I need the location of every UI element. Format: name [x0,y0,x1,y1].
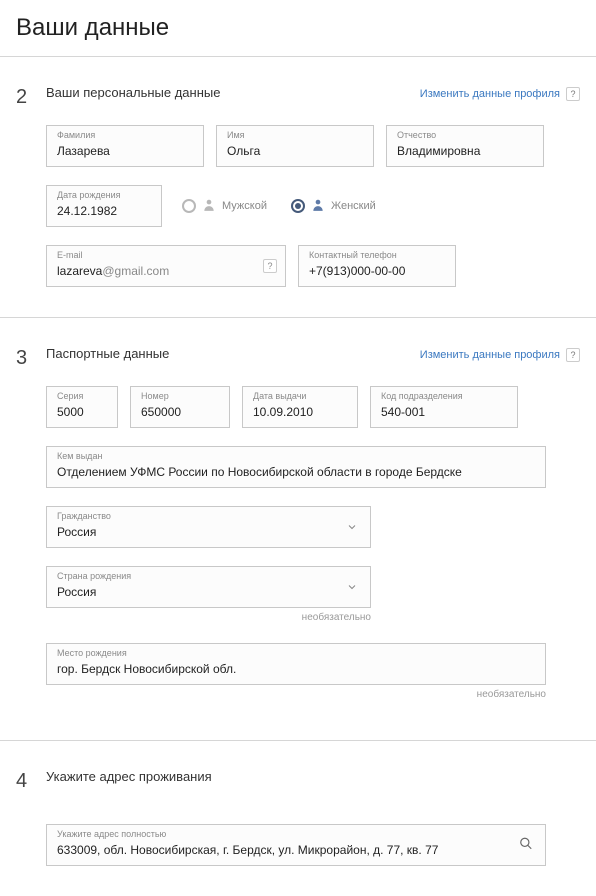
issue-date-value: 10.09.2010 [253,405,347,419]
edit-profile-link[interactable]: Изменить данные профиля ? [420,348,580,362]
number-label: Номер [141,391,169,401]
gender-group: Мужской Женский [182,198,376,215]
chevron-down-icon [346,581,358,593]
issue-date-label: Дата выдачи [253,391,306,401]
section-number: 4 [16,769,46,866]
dept-code-value: 540-001 [381,405,507,419]
name-field[interactable]: Имя Ольга [216,125,374,167]
issue-date-field[interactable]: Дата выдачи 10.09.2010 [242,386,358,428]
birth-country-select[interactable]: Страна рождения Россия [46,566,371,608]
issued-by-field[interactable]: Кем выдан Отделением УФМС России по Ново… [46,446,546,488]
dob-value: 24.12.1982 [57,204,151,218]
citizenship-label: Гражданство [57,511,111,521]
search-icon[interactable] [519,837,533,854]
section-passport: 3 Паспортные данные Изменить данные проф… [0,318,596,741]
email-field[interactable]: E-mail lazareva@gmail.com ? [46,245,286,287]
issued-by-label: Кем выдан [57,451,102,461]
name-value: Ольга [227,144,363,158]
passport-series-field[interactable]: Серия 5000 [46,386,118,428]
page-title: Ваши данные [0,0,596,57]
edit-profile-text: Изменить данные профиля [420,349,560,361]
citizenship-select[interactable]: Гражданство Россия [46,506,371,548]
help-icon[interactable]: ? [566,348,580,362]
section-title-passport: Паспортные данные [46,346,169,361]
section-address: 4 Укажите адрес проживания Укажите адрес… [0,741,596,896]
phone-value: +7(913)000-00-00 [309,264,445,278]
number-value: 650000 [141,405,219,419]
surname-value: Лазарева [57,144,193,158]
patronymic-value: Владимировна [397,144,533,158]
gender-female-radio[interactable] [291,199,305,213]
section-title-address: Укажите адрес проживания [46,769,212,784]
section-personal: 2 Ваши персональные данные Изменить данн… [0,57,596,318]
section-number: 3 [16,346,46,710]
birth-place-value: гор. Бердск Новосибирской обл. [57,662,535,676]
address-field[interactable]: Укажите адрес полностью 633009, обл. Нов… [46,824,546,866]
birth-country-label: Страна рождения [57,571,131,581]
email-label: E-mail [57,250,83,260]
passport-number-field[interactable]: Номер 650000 [130,386,230,428]
help-icon[interactable]: ? [566,87,580,101]
dept-code-field[interactable]: Код подразделения 540-001 [370,386,518,428]
name-label: Имя [227,130,245,140]
surname-field[interactable]: Фамилия Лазарева [46,125,204,167]
optional-hint: необязательно [46,612,371,623]
edit-profile-text: Изменить данные профиля [420,88,560,100]
email-value: lazareva@gmail.com [57,264,275,278]
patronymic-field[interactable]: Отчество Владимировна [386,125,544,167]
address-label: Укажите адрес полностью [57,829,166,839]
section-title-personal: Ваши персональные данные [46,85,220,100]
female-icon [311,198,325,215]
chevron-down-icon [346,521,358,533]
help-icon[interactable]: ? [263,259,277,273]
dob-label: Дата рождения [57,190,121,200]
series-value: 5000 [57,405,107,419]
series-label: Серия [57,391,83,401]
address-value: 633009, обл. Новосибирская, г. Бердск, у… [57,843,535,857]
phone-label: Контактный телефон [309,250,397,260]
birth-place-field[interactable]: Место рождения гор. Бердск Новосибирской… [46,643,546,685]
phone-field[interactable]: Контактный телефон +7(913)000-00-00 [298,245,456,287]
dob-field[interactable]: Дата рождения 24.12.1982 [46,185,162,227]
optional-hint: необязательно [46,689,546,700]
gender-male-label: Мужской [222,200,267,212]
issued-by-value: Отделением УФМС России по Новосибирской … [57,465,535,479]
citizenship-value: Россия [57,525,360,539]
section-number: 2 [16,85,46,287]
gender-male-radio[interactable] [182,199,196,213]
dept-code-label: Код подразделения [381,391,463,401]
gender-female-label: Женский [331,200,376,212]
male-icon [202,198,216,215]
birth-country-value: Россия [57,585,360,599]
patronymic-label: Отчество [397,130,436,140]
edit-profile-link[interactable]: Изменить данные профиля ? [420,87,580,101]
birth-place-label: Место рождения [57,648,127,658]
surname-label: Фамилия [57,130,95,140]
